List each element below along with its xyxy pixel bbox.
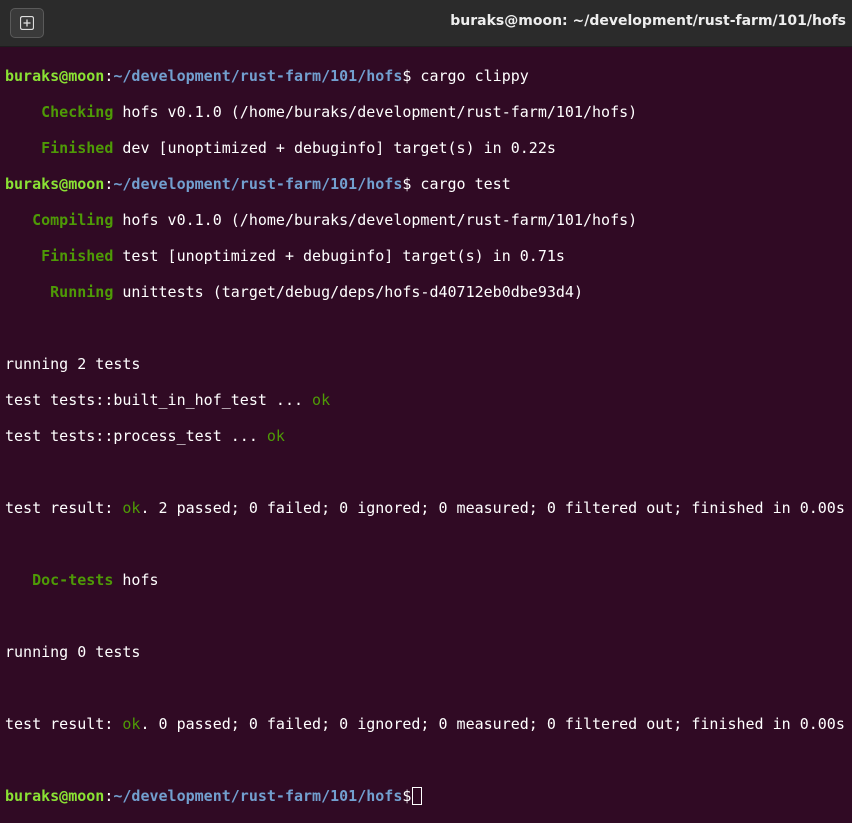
result-summary: . 2 passed; 0 failed; 0 ignored; 0 measu… xyxy=(140,499,845,517)
prompt-path: ~/development/rust-farm/101/hofs xyxy=(113,787,403,805)
result-prefix: test result: xyxy=(5,499,123,517)
terminal-output[interactable]: buraks@moon:~/development/rust-farm/101/… xyxy=(0,47,852,823)
prompt-user-host: buraks@moon xyxy=(5,175,105,193)
prompt-separator: : xyxy=(104,787,114,805)
command-text: cargo clippy xyxy=(411,67,529,85)
output-line: Doc-tests hofs xyxy=(5,571,852,589)
prompt-line: buraks@moon:~/development/rust-farm/101/… xyxy=(5,787,852,805)
test-result-line: test result: ok. 2 passed; 0 failed; 0 i… xyxy=(5,499,852,517)
prompt-line: buraks@moon:~/development/rust-farm/101/… xyxy=(5,67,852,85)
cargo-status-text: hofs v0.1.0 (/home/buraks/development/ru… xyxy=(113,103,638,121)
new-tab-button[interactable] xyxy=(10,8,44,38)
cargo-status-label: Doc-tests xyxy=(5,571,114,589)
cargo-status-text: hofs xyxy=(113,571,159,589)
output-line: running 2 tests xyxy=(5,355,141,373)
cargo-status-text: hofs v0.1.0 (/home/buraks/development/ru… xyxy=(113,211,638,229)
cargo-status-text: unittests (target/debug/deps/hofs-d40712… xyxy=(113,283,583,301)
test-line: test tests::process_test ... ok xyxy=(5,427,852,445)
prompt-line: buraks@moon:~/development/rust-farm/101/… xyxy=(5,175,852,193)
test-line: test tests::built_in_hof_test ... ok xyxy=(5,391,852,409)
result-prefix: test result: xyxy=(5,715,123,733)
text-cursor[interactable] xyxy=(412,787,423,805)
cargo-status-label: Checking xyxy=(5,103,114,121)
new-tab-icon xyxy=(20,16,34,30)
test-ok: ok xyxy=(312,391,331,409)
prompt-user-host: buraks@moon xyxy=(5,67,105,85)
output-line: Compiling hofs v0.1.0 (/home/buraks/deve… xyxy=(5,211,852,229)
test-name: test tests::built_in_hof_test ... xyxy=(5,391,313,409)
command-text: cargo test xyxy=(411,175,511,193)
result-summary: . 0 passed; 0 failed; 0 ignored; 0 measu… xyxy=(140,715,845,733)
cargo-status-label: Running xyxy=(5,283,114,301)
output-line: Checking hofs v0.1.0 (/home/buraks/devel… xyxy=(5,103,852,121)
cargo-status-label: Finished xyxy=(5,247,114,265)
test-result-line: test result: ok. 0 passed; 0 failed; 0 i… xyxy=(5,715,852,733)
output-line: Finished dev [unoptimized + debuginfo] t… xyxy=(5,139,852,157)
prompt-user-host: buraks@moon xyxy=(5,787,105,805)
prompt-symbol: $ xyxy=(402,787,412,805)
cargo-status-text: test [unoptimized + debuginfo] target(s)… xyxy=(113,247,565,265)
result-ok: ok xyxy=(122,715,141,733)
output-line: Running unittests (target/debug/deps/hof… xyxy=(5,283,852,301)
cargo-status-label: Compiling xyxy=(5,211,114,229)
title-bar: buraks@moon: ~/development/rust-farm/101… xyxy=(0,0,852,47)
test-name: test tests::process_test ... xyxy=(5,427,267,445)
result-ok: ok xyxy=(122,499,141,517)
prompt-path: ~/development/rust-farm/101/hofs xyxy=(113,175,403,193)
test-ok: ok xyxy=(266,427,285,445)
output-line: Finished test [unoptimized + debuginfo] … xyxy=(5,247,852,265)
cargo-status-label: Finished xyxy=(5,139,114,157)
prompt-path: ~/development/rust-farm/101/hofs xyxy=(113,67,403,85)
output-line: running 0 tests xyxy=(5,643,141,661)
window-title: buraks@moon: ~/development/rust-farm/101… xyxy=(450,13,846,29)
cargo-status-text: dev [unoptimized + debuginfo] target(s) … xyxy=(113,139,556,157)
